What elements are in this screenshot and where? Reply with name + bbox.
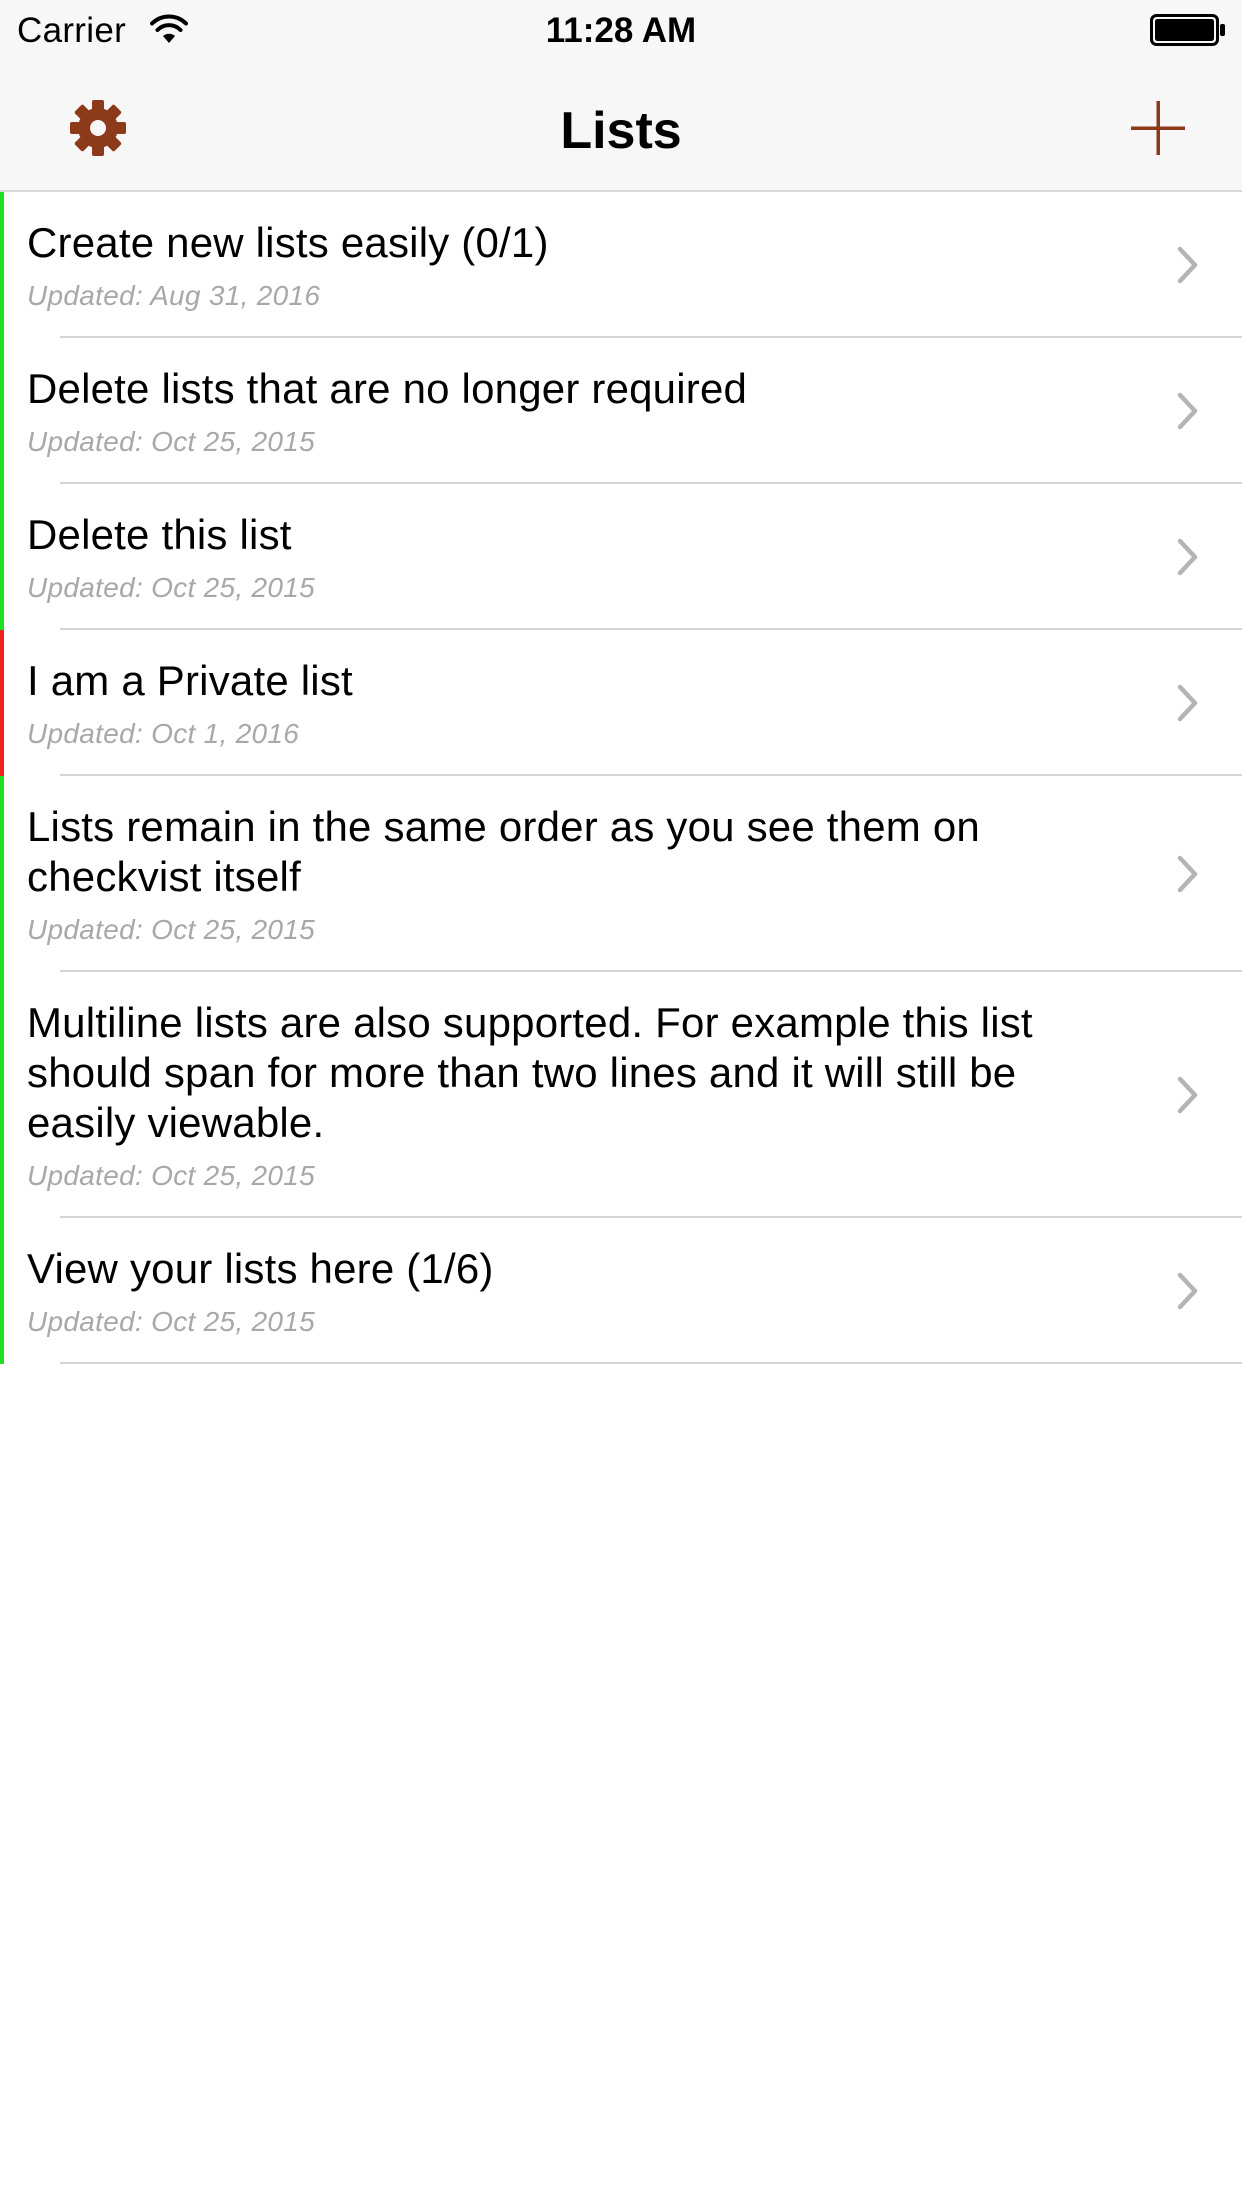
status-time: 11:28 AM — [545, 11, 697, 50]
list-item[interactable]: Lists remain in the same order as you se… — [0, 776, 1242, 972]
list-item-title: I am a Private list — [27, 657, 353, 704]
list-status-indicator — [0, 338, 4, 484]
navigation-bar: Lists — [0, 64, 1242, 192]
list-item-updated-date: Updated: Oct 25, 2015 — [27, 1160, 316, 1191]
app-screen: Carrier 11:28 AM Lists Create new lists … — [0, 0, 1242, 2208]
list-item[interactable]: Delete this list Updated: Oct 25, 2015 — [0, 484, 1242, 630]
list-item-updated-date: Updated: Oct 25, 2015 — [27, 572, 316, 603]
list-item-title: Create new lists easily (0/1) — [27, 219, 549, 266]
list-item[interactable]: Delete lists that are no longer required… — [0, 338, 1242, 484]
list-status-indicator — [0, 972, 4, 1218]
list-item-updated-date: Updated: Oct 1, 2016 — [27, 718, 300, 749]
list-item[interactable]: View your lists here (1/6) Updated: Oct 2… — [0, 1218, 1242, 1364]
list-status-indicator — [0, 776, 4, 972]
list-item-updated-date: Updated: Oct 25, 2015 — [27, 914, 316, 945]
list-item-title: Delete this list — [27, 511, 292, 558]
list-item-title: Lists remain in the same order as you se… — [27, 803, 980, 900]
lists-table: Create new lists easily (0/1) Updated: Au… — [0, 192, 1242, 1364]
chevron-right-icon — [1177, 246, 1198, 284]
list-status-indicator — [0, 630, 4, 776]
chevron-right-icon — [1177, 1272, 1198, 1310]
list-item-updated-date: Updated: Oct 25, 2015 — [27, 1306, 316, 1337]
battery-full-icon — [1150, 14, 1225, 46]
list-item-title: View your lists here (1/6) — [27, 1245, 494, 1292]
chevron-right-icon — [1177, 855, 1198, 893]
list-item[interactable]: Create new lists easily (0/1) Updated: Au… — [0, 192, 1242, 338]
list-status-indicator — [0, 484, 4, 630]
list-item-updated-date: Updated: Aug 31, 2016 — [27, 280, 321, 311]
list-item-updated-date: Updated: Oct 25, 2015 — [27, 426, 316, 457]
list-item[interactable]: Multiline lists are also supported. For … — [0, 972, 1242, 1218]
chevron-right-icon — [1177, 684, 1198, 722]
list-item[interactable]: I am a Private list Updated: Oct 1, 2016 — [0, 630, 1242, 776]
list-status-indicator — [0, 1218, 4, 1364]
chevron-right-icon — [1177, 1076, 1198, 1114]
row-separator — [60, 1362, 1242, 1364]
add-list-button[interactable] — [1120, 90, 1196, 166]
page-title: Lists — [560, 102, 682, 160]
list-item-title: Delete lists that are no longer required — [27, 365, 748, 412]
chevron-right-icon — [1177, 392, 1198, 430]
list-item-title: Multiline lists are also supported. For … — [27, 999, 1033, 1146]
chevron-right-icon — [1177, 538, 1198, 576]
status-bar: Carrier 11:28 AM — [0, 0, 1242, 64]
plus-icon — [1131, 101, 1185, 155]
list-status-indicator — [0, 192, 4, 338]
